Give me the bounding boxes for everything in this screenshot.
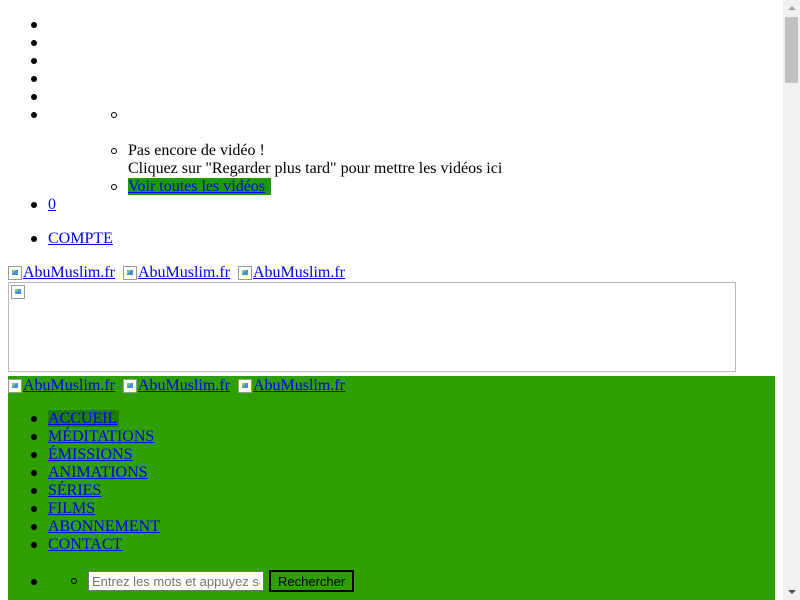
logo-alt-text: AbuMuslim.fr	[138, 264, 230, 281]
nav-item-animations: ANIMATIONS	[8, 464, 160, 482]
ad-banner[interactable]	[8, 282, 736, 372]
nav-link-contact[interactable]: CONTACT	[48, 536, 122, 553]
account-list: COMPTE	[8, 230, 113, 248]
logo-alt-text: AbuMuslim.fr	[253, 377, 345, 394]
scroll-down-arrow-icon[interactable]	[783, 583, 800, 600]
account-link[interactable]: COMPTE	[48, 230, 113, 247]
search-button[interactable]: Rechercher	[269, 570, 355, 592]
account-item: COMPTE	[8, 230, 113, 248]
utility-item-2	[8, 34, 502, 52]
broken-image-icon	[8, 266, 22, 280]
header-logo-row: AbuMuslim.fr AbuMuslim.fr AbuMuslim.fr	[8, 377, 349, 398]
nav-item-emissions: ÉMISSIONS	[8, 446, 160, 464]
nav-item-meditations: MÉDITATIONS	[8, 428, 160, 446]
logo-alt-text: AbuMuslim.fr	[253, 264, 345, 281]
watch-later-dropdown: Pas encore de vidéo ! Cliquez sur "Regar…	[48, 106, 502, 196]
watch-later-see-all-item: Voir toutes les vidéos	[48, 178, 502, 196]
logo-alt-text: AbuMuslim.fr	[23, 377, 115, 394]
watch-later-count-item: 0	[8, 196, 502, 214]
scroll-up-arrow-icon[interactable]	[783, 0, 800, 17]
scroll-thumb[interactable]	[785, 17, 798, 83]
nav-link-accueil[interactable]: ACCUEIL	[48, 410, 120, 427]
broken-image-icon	[123, 379, 137, 393]
logo-alt-text: AbuMuslim.fr	[23, 264, 115, 281]
broken-image-icon	[238, 266, 252, 280]
nav-link-films[interactable]: FILMS	[48, 500, 95, 517]
utility-item-5	[8, 88, 502, 106]
nav-link-emissions[interactable]: ÉMISSIONS	[48, 446, 132, 463]
see-all-videos-link[interactable]: Voir toutes les vidéos	[128, 178, 272, 195]
logo-alt-text: AbuMuslim.fr	[138, 377, 230, 394]
nav-link-abonnement[interactable]: ABONNEMENT	[48, 518, 160, 535]
watch-later-menu: Pas encore de vidéo ! Cliquez sur "Regar…	[8, 106, 502, 196]
logo-link-3[interactable]: AbuMuslim.fr	[238, 264, 345, 282]
utility-item-1	[8, 16, 502, 34]
broken-image-icon	[238, 379, 252, 393]
nav-item-contact: CONTACT	[8, 536, 160, 554]
main-header: AbuMuslim.fr AbuMuslim.fr AbuMuslim.fr A…	[8, 376, 775, 600]
nav-item-films: FILMS	[8, 500, 160, 518]
broken-image-icon	[8, 379, 22, 393]
nav-item-accueil: ACCUEIL	[8, 410, 160, 428]
watch-later-count-link[interactable]: 0	[48, 196, 56, 213]
main-nav: ACCUEIL MÉDITATIONS ÉMISSIONS ANIMATIONS…	[8, 410, 160, 554]
utility-item-4	[8, 70, 502, 88]
logo-link-2[interactable]: AbuMuslim.fr	[123, 264, 230, 282]
utility-item-3	[8, 52, 502, 70]
nav-item-series: SÉRIES	[8, 482, 160, 500]
header-logo-link-3[interactable]: AbuMuslim.fr	[238, 377, 345, 395]
search-sub-bullet	[8, 570, 88, 594]
header-logo-link-2[interactable]: AbuMuslim.fr	[123, 377, 230, 395]
vertical-scrollbar[interactable]	[783, 0, 800, 600]
nav-link-animations[interactable]: ANIMATIONS	[48, 464, 148, 481]
search-row: Rechercher	[8, 570, 775, 594]
header-utility-list: Pas encore de vidéo ! Cliquez sur "Regar…	[8, 16, 502, 214]
nav-link-meditations[interactable]: MÉDITATIONS	[48, 428, 154, 445]
broken-image-icon	[11, 285, 25, 299]
watch-later-empty-hint: Cliquez sur "Regarder plus tard" pour me…	[128, 160, 503, 177]
search-input[interactable]	[88, 571, 264, 591]
nav-link-series[interactable]: SÉRIES	[48, 482, 101, 499]
header-logo-link-1[interactable]: AbuMuslim.fr	[8, 377, 115, 395]
nav-item-abonnement: ABONNEMENT	[8, 518, 160, 536]
broken-image-icon	[123, 266, 137, 280]
watch-later-sub-1	[48, 106, 502, 124]
watch-later-empty: Pas encore de vidéo ! Cliquez sur "Regar…	[48, 142, 502, 178]
logo-link-1[interactable]: AbuMuslim.fr	[8, 264, 115, 282]
watch-later-empty-title: Pas encore de vidéo !	[128, 142, 265, 159]
